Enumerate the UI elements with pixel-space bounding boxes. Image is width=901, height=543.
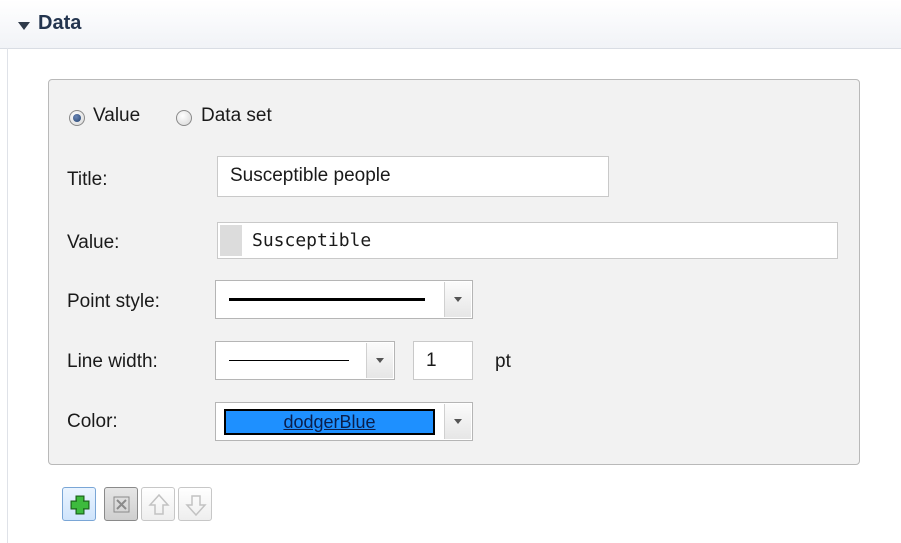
- chevron-down-icon[interactable]: [444, 404, 471, 439]
- color-swatch: dodgerBlue: [224, 409, 435, 435]
- chevron-down-icon[interactable]: [366, 343, 393, 378]
- add-button[interactable]: [62, 487, 96, 521]
- line-width-line-sample: [229, 360, 349, 361]
- triangle-down-icon[interactable]: [18, 22, 30, 30]
- close-icon: [113, 496, 130, 513]
- value-code-text: Susceptible: [252, 230, 372, 251]
- point-style-line-sample: [229, 298, 425, 301]
- line-width-input[interactable]: 1: [413, 341, 473, 380]
- line-width-unit: pt: [495, 351, 511, 372]
- code-marker-icon: [220, 225, 242, 256]
- point-style-dropdown[interactable]: [215, 280, 473, 319]
- value-radio[interactable]: [69, 110, 85, 126]
- point-style-label: Point style:: [67, 291, 160, 312]
- color-swatch-label: dodgerBlue: [283, 412, 376, 432]
- color-label: Color:: [67, 411, 118, 432]
- section-left-border: [7, 48, 8, 543]
- value-code-field[interactable]: Susceptible: [217, 222, 838, 259]
- move-up-button[interactable]: [141, 487, 175, 521]
- value-radio-label[interactable]: Value: [93, 105, 140, 127]
- chevron-down-icon[interactable]: [444, 282, 471, 317]
- remove-button[interactable]: [104, 487, 138, 521]
- data-panel: Value Data set Title: Susceptible people…: [48, 79, 860, 465]
- title-input[interactable]: Susceptible people: [217, 156, 609, 197]
- data-set-radio-label[interactable]: Data set: [201, 105, 272, 127]
- arrow-up-icon: [148, 493, 170, 515]
- color-dropdown[interactable]: dodgerBlue: [215, 402, 473, 441]
- move-down-button[interactable]: [178, 487, 212, 521]
- line-width-input-value: 1: [426, 350, 437, 371]
- section-title: Data: [38, 12, 82, 34]
- arrow-down-icon: [185, 495, 207, 517]
- section-header[interactable]: Data: [0, 0, 901, 49]
- plus-icon: [70, 495, 90, 515]
- value-label: Value:: [67, 232, 120, 253]
- title-label: Title:: [67, 169, 108, 190]
- line-width-label: Line width:: [67, 351, 158, 372]
- data-set-radio[interactable]: [176, 110, 192, 126]
- title-input-value: Susceptible people: [230, 165, 391, 186]
- line-width-style-dropdown[interactable]: [215, 341, 395, 380]
